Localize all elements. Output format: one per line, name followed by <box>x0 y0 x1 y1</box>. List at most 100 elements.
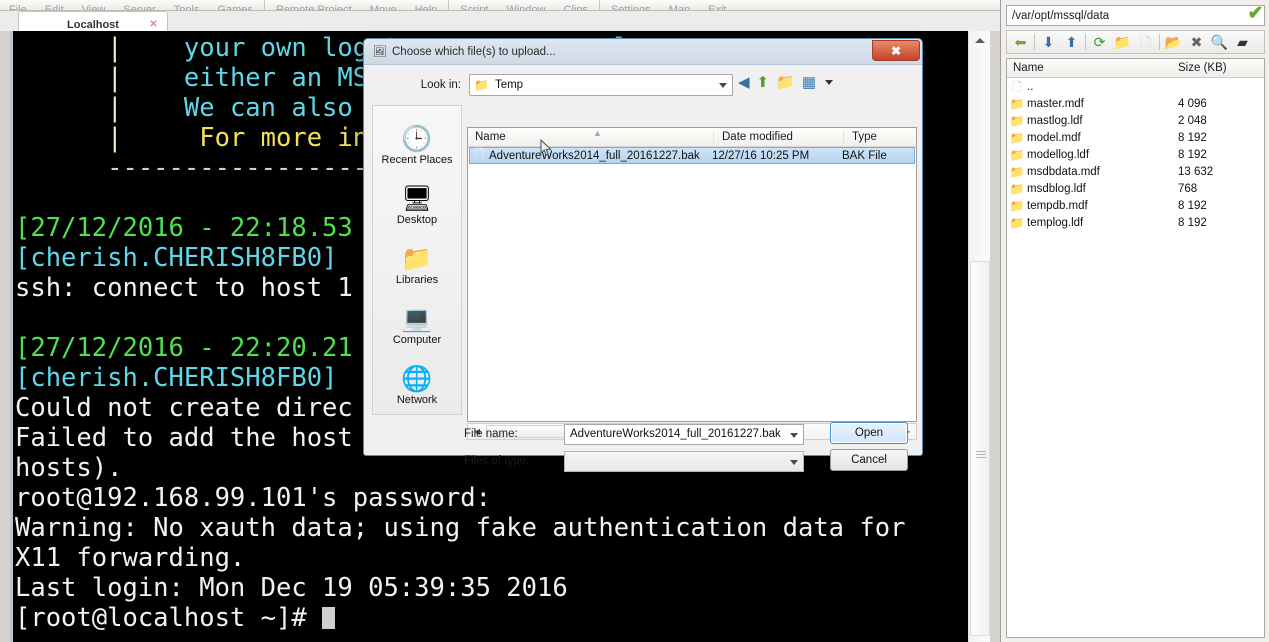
remote-toolbar[interactable]: ⬅ ⬇ ⬆ ⟳ 📁 🗋 📂 ✖ 🔍 ▰ <box>1006 30 1265 54</box>
chevron-down-icon[interactable] <box>719 83 727 88</box>
tab-close-icon[interactable]: ✕ <box>148 19 159 30</box>
terminal-line-16: Warning: No xauth data; using fake authe… <box>15 513 968 543</box>
up-folder-icon[interactable]: ⬆ <box>757 75 770 90</box>
file-date-cell: 12/27/16 10:25 PM <box>712 149 810 162</box>
terminal-text: Last login: Mon Dec 19 05:39:35 2016 <box>15 573 568 603</box>
column-header-size[interactable]: Size (KB) <box>1178 62 1264 74</box>
place-label: Desktop <box>396 214 438 226</box>
chevron-down-icon[interactable] <box>790 459 798 465</box>
chevron-down-icon[interactable] <box>790 432 798 438</box>
files-of-type-label: Files of type: <box>464 455 530 467</box>
terminal-text: your own logo <box>183 33 384 63</box>
place-desktop[interactable]: 🖥 Desktop <box>373 184 461 240</box>
cancel-button[interactable]: Cancel <box>830 449 908 471</box>
files-of-type-select[interactable] <box>564 450 804 472</box>
file-name-cell: .. <box>1027 80 1034 93</box>
edit-icon[interactable]: 📂 <box>1162 32 1185 53</box>
file-row[interactable]: 🗋 AdventureWorks2014_full_20161227.bak 12/… <box>469 147 915 164</box>
download-icon[interactable]: ⬇ <box>1037 32 1060 53</box>
terminal-line-18: Last login: Mon Dec 19 05:39:35 2016 <box>15 573 968 603</box>
column-header-name[interactable]: Name ▲ <box>468 128 714 143</box>
libraries-icon: 📁 <box>401 245 433 273</box>
remote-path-text: /var/opt/mssql/data <box>1012 9 1110 22</box>
menu-divider <box>448 0 450 10</box>
terminal-text: [root@localhost ~]# <box>15 603 323 633</box>
toolbar-divider <box>1034 34 1035 50</box>
file-size-cell: 8 192 <box>1178 216 1207 229</box>
dialog-title-bar[interactable]: 🖼 Choose which file(s) to upload... ✖ <box>364 39 922 65</box>
terminal-icon[interactable]: ▰ <box>1231 32 1254 53</box>
close-icon[interactable]: ✖ <box>872 40 920 61</box>
terminal-text: ssh: connect to host 1 <box>15 273 353 303</box>
place-recent-places[interactable]: 🕒 Recent Places <box>373 124 461 180</box>
remote-path-field[interactable]: /var/opt/mssql/data <box>1006 5 1265 26</box>
new-file-icon[interactable]: 🗋 <box>1134 32 1157 53</box>
table-row[interactable]: 📁 modellog.ldf 8 192 <box>1007 146 1264 163</box>
table-row[interactable]: 📁 msdblog.ldf 768 <box>1007 180 1264 197</box>
place-label: Libraries <box>395 274 439 286</box>
file-size-cell: 8 192 <box>1178 148 1207 161</box>
new-folder-icon[interactable]: 📁 <box>1111 32 1134 53</box>
table-row[interactable]: 📁 model.mdf 8 192 <box>1007 129 1264 146</box>
terminal-text: [27/12/2016 - 22:20.21 <box>15 333 353 363</box>
desktop-icon: 🖥 <box>401 185 433 213</box>
column-header-name[interactable]: Name <box>1007 62 1178 74</box>
places-sidebar[interactable]: 🕒 Recent Places 🖥 Desktop 📁 Libraries 💻 Compute… <box>372 105 462 415</box>
place-label: Computer <box>392 334 442 346</box>
table-row[interactable]: 📁 tempdb.mdf 8 192 <box>1007 197 1264 214</box>
sort-indicator-icon: ▲ <box>593 128 602 138</box>
file-name-cell: tempdb.mdf <box>1027 199 1088 212</box>
place-network[interactable]: 🌐 Network <box>373 364 461 420</box>
views-dropdown-icon[interactable] <box>825 80 833 85</box>
file-icon: 🗋 <box>1012 79 1022 94</box>
place-computer[interactable]: 💻 Computer <box>373 304 461 360</box>
terminal-text: Could not create direc <box>15 393 353 423</box>
back-nav-icon[interactable]: ◀ <box>738 75 750 90</box>
file-size-cell: 13 632 <box>1178 165 1214 178</box>
views-icon[interactable]: ▦ <box>802 75 816 90</box>
remote-file-list[interactable]: Name Size (KB) 🗋.. 📁 master.mdf 4 096 📁 mastl… <box>1006 58 1265 638</box>
file-name-input[interactable]: AdventureWorks2014_full_20161227.bak <box>564 423 804 445</box>
toolbar-divider <box>1159 34 1160 50</box>
upload-icon[interactable]: ⬆ <box>1060 32 1083 53</box>
file-size-cell: 8 192 <box>1178 131 1207 144</box>
column-header-date[interactable]: Date modified <box>714 131 844 143</box>
table-row[interactable]: 📁 master.mdf 4 096 <box>1007 95 1264 112</box>
back-icon[interactable]: ⬅ <box>1009 32 1032 53</box>
place-libraries[interactable]: 📁 Libraries <box>373 244 461 300</box>
toolbar-divider <box>1085 34 1086 50</box>
db-file-icon: 📁 <box>1009 198 1025 213</box>
new-folder-icon[interactable]: 📁 <box>776 75 795 90</box>
terminal-line-15: root@192.168.99.101's password: <box>15 483 968 513</box>
search-icon[interactable]: 🔍 <box>1208 32 1231 53</box>
terminal-scrollbar[interactable] <box>968 31 990 642</box>
open-button[interactable]: Open <box>830 422 908 444</box>
network-icon: 🌐 <box>401 365 433 393</box>
table-row[interactable]: 📁 msdbdata.mdf 13 632 <box>1007 163 1264 180</box>
terminal-cursor <box>322 607 336 629</box>
bak-file-icon: 🗋 <box>474 147 485 161</box>
file-name-cell: templog.ldf <box>1027 216 1084 229</box>
file-name-cell: mastlog.ldf <box>1027 114 1083 127</box>
recent-places-icon: 🕒 <box>401 125 433 153</box>
look-in-combobox[interactable]: 📁 Temp <box>469 74 733 96</box>
delete-icon[interactable]: ✖ <box>1185 32 1208 53</box>
file-name-cell: master.mdf <box>1027 97 1084 110</box>
table-row[interactable]: 📁 templog.ldf 8 192 <box>1007 214 1264 231</box>
terminal-text: | <box>15 123 200 153</box>
table-row[interactable]: 🗋.. <box>1007 78 1264 95</box>
place-label: Recent Places <box>381 154 453 166</box>
column-header-type[interactable]: Type <box>844 131 916 143</box>
look-in-label: Look in: <box>420 79 461 91</box>
dialog-toolbar[interactable]: ◀ ⬆ 📁 ▦ <box>738 75 833 90</box>
terminal-text: [27/12/2016 - 22:18.53 <box>15 213 353 243</box>
remote-file-panel: /var/opt/mssql/data ✔ ⬅ ⬇ ⬆ ⟳ 📁 🗋 📂 ✖ 🔍 ▰ Name Si… <box>1000 0 1269 642</box>
refresh-icon[interactable]: ⟳ <box>1088 32 1111 53</box>
db-file-icon: 📁 <box>1009 181 1025 196</box>
db-file-icon: 📁 <box>1009 113 1025 128</box>
scroll-up-button[interactable] <box>969 31 991 49</box>
chevron-up-icon <box>975 37 985 43</box>
scrollbar-thumb[interactable] <box>970 261 990 636</box>
table-row[interactable]: 📁 mastlog.ldf 2 048 <box>1007 112 1264 129</box>
dialog-file-list[interactable]: Name ▲ Date modified Type 🗋 AdventureWork… <box>467 127 917 422</box>
